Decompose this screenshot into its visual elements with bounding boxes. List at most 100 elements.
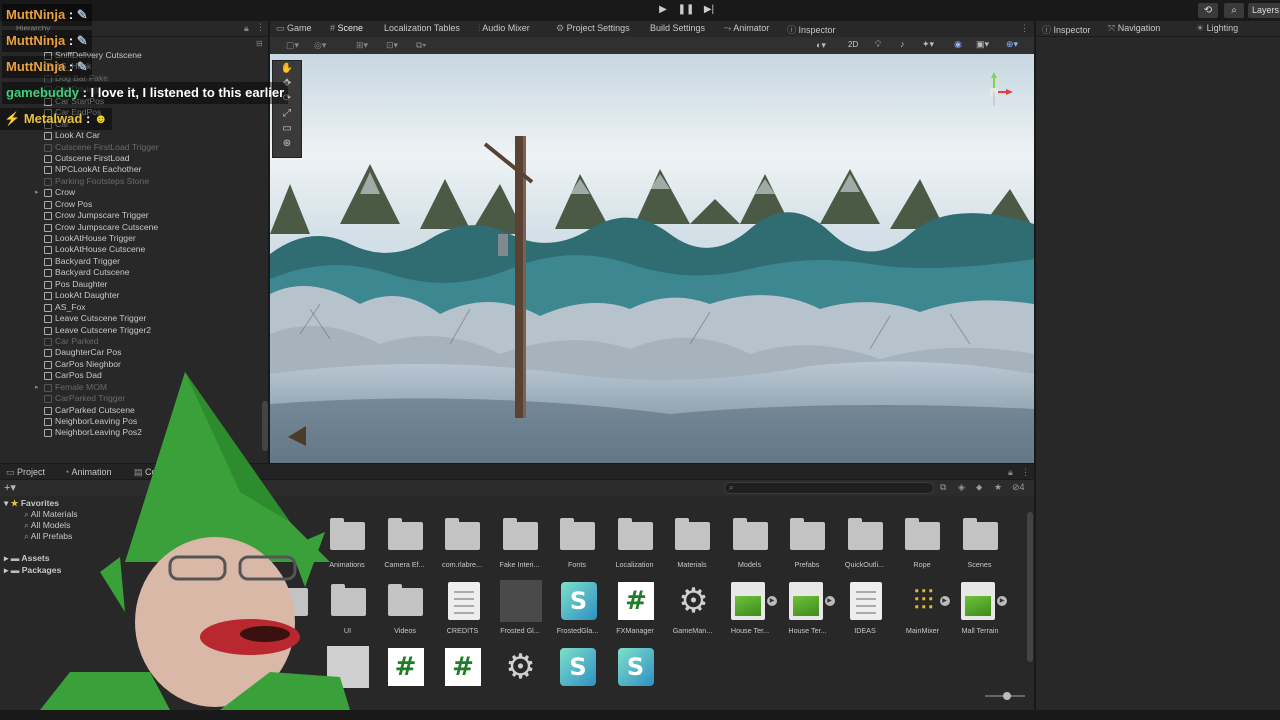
hidden-objects-icon[interactable]: ◉ bbox=[954, 39, 962, 50]
gameobject-cube-icon bbox=[44, 166, 52, 175]
expand-play-icon[interactable]: ▶ bbox=[939, 596, 950, 606]
hierarchy-item[interactable]: LookAt Daughter bbox=[0, 290, 262, 301]
search-icon[interactable]: ⌕ bbox=[1224, 3, 1244, 18]
play-icon[interactable]: ▶ bbox=[654, 4, 672, 18]
camera-icon[interactable]: ▣▾ bbox=[976, 39, 989, 50]
gameobject-cube-icon bbox=[44, 154, 52, 163]
hierarchy-item-label: Leave Cutscene Trigger bbox=[55, 313, 147, 324]
shading-icon[interactable]: ◎▾ bbox=[314, 40, 326, 51]
hierarchy-item[interactable]: Crow Jumpscare Cutscene bbox=[0, 222, 262, 233]
tab-lighting[interactable]: ☀ Lighting bbox=[1196, 23, 1238, 34]
expand-play-icon[interactable]: ▶ bbox=[997, 596, 1007, 606]
pause-icon[interactable]: ❚❚ bbox=[677, 4, 695, 18]
gameobject-cube-icon bbox=[44, 200, 52, 209]
project-lock-icon[interactable]: 🔒︎ bbox=[1008, 467, 1013, 478]
chat-message: MuttNinja : ✎ bbox=[2, 30, 92, 52]
hierarchy-item[interactable]: ▸ Crow bbox=[0, 187, 262, 198]
terrain-icon bbox=[788, 582, 823, 620]
increment-icon[interactable]: ⧉▾ bbox=[416, 40, 426, 51]
hierarchy-item-label: Backyard Trigger bbox=[55, 255, 120, 266]
favorite-star-icon[interactable]: ★ bbox=[994, 482, 1002, 493]
scene-tab-bar: ▭ Game # Scene Localization Tables ⫶ Aud… bbox=[270, 21, 1034, 37]
folder-icon bbox=[502, 518, 538, 550]
2d-toggle[interactable]: 2D bbox=[848, 40, 858, 49]
hierarchy-item[interactable]: DaughterCar Pos bbox=[0, 347, 262, 358]
hierarchy-item[interactable]: Cutscene FirstLoad Trigger bbox=[0, 142, 262, 153]
hierarchy-item[interactable]: Backyard Cutscene bbox=[0, 267, 262, 278]
hierarchy-item[interactable]: CarPos Nieghbor bbox=[0, 359, 262, 370]
scene-toolbar: ▢▾ ◎▾ ⊞▾ ⊡▾ ⧉▾ ◐▾ 2D 💡︎ ♪ ✦▾ ◉ ▣▾ ⊕▾ bbox=[270, 37, 1034, 54]
folder-icon bbox=[790, 518, 825, 550]
folder-icon bbox=[387, 518, 423, 550]
audio-toggle-icon[interactable]: ♪ bbox=[900, 39, 905, 49]
text-file-icon bbox=[850, 582, 882, 620]
tab-inspector[interactable]: ⓘ Inspector bbox=[1042, 23, 1091, 36]
terrain-icon bbox=[961, 582, 995, 620]
hierarchy-item-label: Parking Footsteps Stone bbox=[55, 175, 150, 186]
tab-build-settings[interactable]: Build Settings bbox=[650, 23, 705, 33]
tag-icon[interactable]: ⬥ bbox=[976, 482, 982, 493]
hierarchy-item[interactable]: Backyard Trigger bbox=[0, 256, 262, 267]
asset-grid-scrollbar[interactable] bbox=[1027, 512, 1033, 662]
history-icon[interactable]: ⟲ bbox=[1198, 3, 1218, 18]
hierarchy-item[interactable]: LookAtHouse Cutscene bbox=[0, 244, 262, 255]
hierarchy-item[interactable]: NPCLookAt Eachother bbox=[0, 164, 262, 175]
hierarchy-item[interactable]: Pos Daughter bbox=[0, 279, 262, 290]
hierarchy-item[interactable]: LookAtHouse Trigger bbox=[0, 233, 262, 244]
tab-scene[interactable]: # Scene bbox=[330, 23, 363, 33]
expand-play-icon[interactable]: ▶ bbox=[767, 596, 777, 606]
asset-label: Localization bbox=[615, 560, 654, 569]
grid-snap-icon[interactable]: ⊞▾ bbox=[356, 40, 368, 51]
tab-project-settings[interactable]: ⚙ Project Settings bbox=[556, 23, 630, 34]
hierarchy-item[interactable]: Parking Footsteps Stone bbox=[0, 176, 262, 187]
asset-label: Fake Interi... bbox=[499, 560, 540, 569]
tab-inspector-2[interactable]: ⓘ Inspector bbox=[787, 23, 836, 36]
expand-arrow-icon[interactable]: ▸ bbox=[35, 382, 39, 393]
layers-dropdown[interactable]: Layers bbox=[1248, 3, 1280, 18]
lighting-toggle-icon[interactable]: 💡︎ bbox=[875, 39, 881, 50]
hierarchy-item[interactable]: Cutscene FirstLoad bbox=[0, 153, 262, 164]
project-more-icon[interactable]: ⋮ bbox=[1021, 467, 1030, 478]
gizmos-icon[interactable]: ⊕▾ bbox=[1006, 39, 1018, 50]
tab-audio-mixer[interactable]: ⫶ Audio Mixer bbox=[478, 23, 530, 34]
effects-icon[interactable]: ✦▾ bbox=[922, 39, 934, 50]
hierarchy-item-label: Cutscene FirstLoad Trigger bbox=[55, 141, 159, 152]
gameobject-cube-icon bbox=[44, 360, 52, 369]
asset-label: FXManager bbox=[616, 626, 654, 635]
scene-more-icon[interactable]: ⋮ bbox=[1020, 23, 1029, 34]
hierarchy-item[interactable]: Crow Jumpscare Trigger bbox=[0, 210, 262, 221]
expand-play-icon[interactable]: ▶ bbox=[824, 596, 835, 606]
snap-icon[interactable]: ⊡▾ bbox=[386, 40, 398, 51]
project-search-input[interactable]: ⌕ bbox=[724, 482, 934, 494]
tab-navigation[interactable]: ⤧ Navigation bbox=[1108, 23, 1160, 34]
expand-arrow-icon[interactable]: ▸ bbox=[35, 187, 39, 198]
render-mode-icon[interactable]: ◐▾ bbox=[816, 40, 826, 51]
step-icon[interactable]: ▶| bbox=[700, 4, 718, 18]
asset-label: QuickOutli... bbox=[844, 560, 885, 569]
gameobject-cube-icon bbox=[44, 349, 52, 358]
chat-emote-icon: ✎ bbox=[73, 59, 88, 74]
streamer-avatar-overlay bbox=[40, 372, 360, 710]
tab-animator[interactable]: ⤳ Animator bbox=[724, 23, 769, 34]
hierarchy-item[interactable]: AS_Fox bbox=[0, 302, 262, 313]
hierarchy-item-label: LookAtHouse Trigger bbox=[55, 233, 136, 243]
stream-chat-overlay: MuttNinja : ✎ MuttNinja : ✎ MuttNinja : ✎ g… bbox=[0, 2, 305, 132]
gameobject-cube-icon bbox=[44, 132, 52, 141]
scene-panel: ▭ Game # Scene Localization Tables ⫶ Aud… bbox=[270, 21, 1034, 463]
hierarchy-item[interactable]: Leave Cutscene Trigger bbox=[0, 313, 262, 324]
hierarchy-item-label: Leave Cutscene Trigger2 bbox=[55, 324, 152, 335]
search-icon: ⌕ bbox=[729, 483, 734, 492]
transform-tool-icon[interactable]: ⊛ bbox=[273, 136, 301, 151]
hierarchy-item-label: Crow Jumpscare Trigger bbox=[55, 210, 149, 221]
hierarchy-item[interactable]: Crow Pos bbox=[0, 199, 262, 210]
filter-label-icon[interactable]: ◈ bbox=[958, 482, 965, 493]
inspector-tab-bar: ⓘ Inspector ⤧ Navigation ☀ Lighting bbox=[1036, 21, 1280, 37]
tab-localization-tables[interactable]: Localization Tables bbox=[384, 23, 460, 33]
create-add-icon[interactable]: +▾ bbox=[4, 481, 16, 494]
hierarchy-item[interactable]: Car Parked bbox=[0, 336, 262, 347]
hierarchy-item[interactable]: Leave Cutscene Trigger2 bbox=[0, 325, 262, 336]
zoom-slider-knob[interactable] bbox=[1003, 692, 1011, 700]
hidden-packages-icon[interactable]: ⊘4 bbox=[1012, 482, 1025, 493]
scene-viewport[interactable]: ✋ ✥ ⟳ ⤢ ▭ ⊛ bbox=[270, 54, 1034, 463]
filter-type-icon[interactable]: ⧉ bbox=[940, 482, 946, 493]
